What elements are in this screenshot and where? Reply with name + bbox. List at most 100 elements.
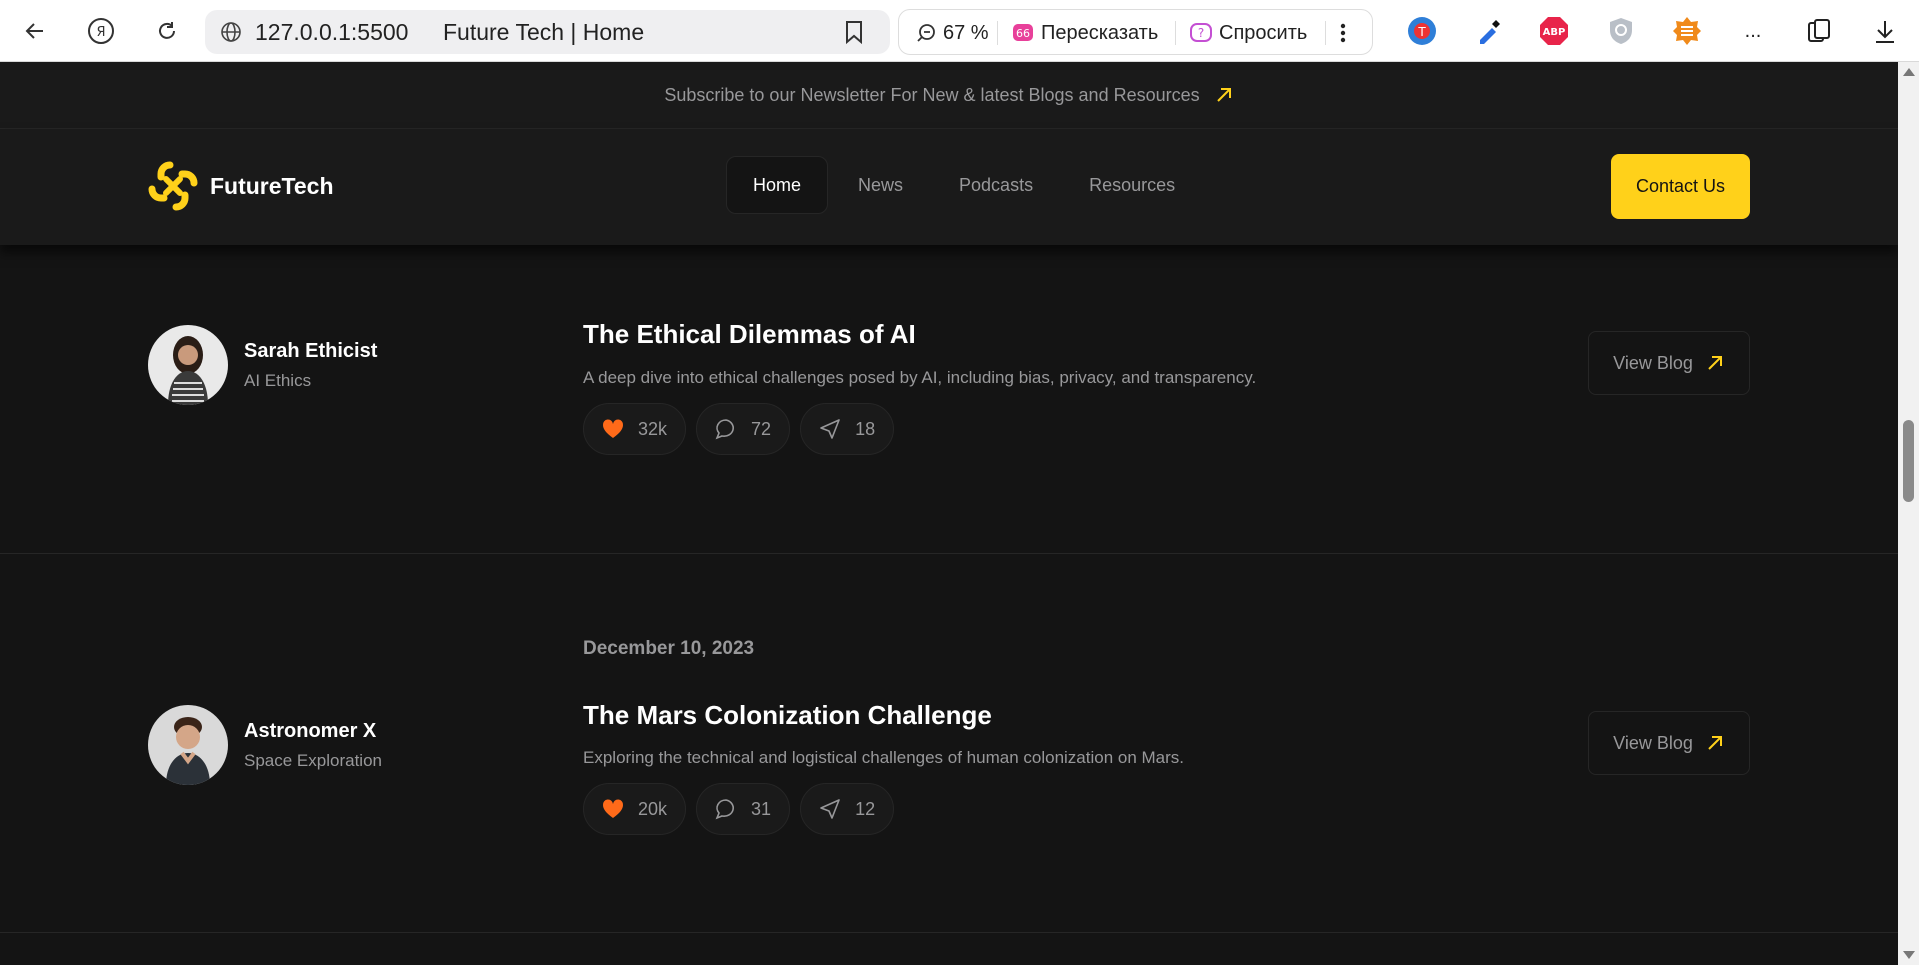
sun-list-icon	[1673, 17, 1701, 45]
author-name: Astronomer X	[244, 719, 377, 742]
blog-post: Sarah Ethicist AI Ethics The Ethical Dil…	[0, 245, 1898, 554]
comment-button[interactable]: 72	[696, 403, 791, 455]
retell-label: Пересказать	[1041, 21, 1159, 44]
svg-text:66: 66	[1016, 27, 1030, 40]
share-button[interactable]: 18	[800, 403, 895, 455]
translate-extension[interactable]: T	[1405, 14, 1439, 48]
scroll-up-arrow[interactable]	[1903, 68, 1915, 76]
zoom-level: 67 %	[943, 21, 989, 44]
view-blog-button[interactable]: View Blog	[1588, 711, 1750, 775]
comment-icon	[715, 419, 735, 440]
post-stats: 20k 31 12	[583, 783, 895, 835]
view-blog-label: View Blog	[1613, 732, 1693, 753]
downloads-button[interactable]	[1868, 14, 1902, 48]
share-button[interactable]: 12	[800, 783, 895, 835]
vertical-dots-icon	[1340, 23, 1346, 43]
more-extensions-button[interactable]: ...	[1736, 14, 1770, 48]
heart-icon	[602, 419, 624, 438]
futuretech-logo-icon	[148, 161, 198, 211]
comment-button[interactable]: 31	[696, 783, 791, 835]
nav-item-news[interactable]: News	[832, 156, 929, 214]
view-blog-button[interactable]: View Blog	[1588, 331, 1750, 395]
eyedropper-icon	[1480, 20, 1500, 44]
ask-button[interactable]: ? Спросить	[1189, 10, 1307, 56]
browser-toolbar: Я 127.0.0.1:5500 Future Tech | Home 67 %…	[0, 0, 1919, 62]
translate-icon: T	[1408, 17, 1436, 45]
ask-label: Спросить	[1219, 21, 1308, 44]
reader-extension[interactable]	[1670, 14, 1704, 48]
like-button[interactable]: 32k	[583, 403, 687, 455]
comments-count: 31	[751, 798, 772, 819]
post-title[interactable]: The Ethical Dilemmas of AI	[583, 319, 916, 350]
post-author[interactable]: Sarah Ethicist AI Ethics	[148, 325, 377, 405]
post-stats: 32k 72 18	[583, 403, 895, 455]
back-button[interactable]	[16, 12, 54, 50]
shares-count: 12	[855, 798, 876, 819]
yandex-button[interactable]: Я	[82, 12, 120, 50]
url-text: 127.0.0.1:5500	[255, 18, 409, 45]
bookmark-icon[interactable]	[843, 19, 865, 45]
heart-icon	[602, 799, 624, 818]
post-title[interactable]: The Mars Colonization Challenge	[583, 700, 992, 731]
newsletter-banner[interactable]: Subscribe to our Newsletter For New & la…	[0, 62, 1898, 129]
browser-assistant-pill: 67 % 66 Пересказать ? Спросить	[898, 9, 1373, 55]
abp-icon: ABP	[1540, 17, 1568, 45]
newsletter-text: Subscribe to our Newsletter For New & la…	[664, 84, 1200, 105]
nav-item-podcasts[interactable]: Podcasts	[933, 156, 1059, 214]
avatar	[148, 705, 228, 785]
like-button[interactable]: 20k	[583, 783, 687, 835]
scroll-down-arrow[interactable]	[1903, 951, 1915, 959]
menu-button[interactable]	[1339, 10, 1347, 56]
author-photo-icon	[148, 325, 228, 405]
view-blog-label: View Blog	[1613, 352, 1693, 373]
shield-extension[interactable]	[1604, 14, 1638, 48]
logo-text: FutureTech	[210, 172, 334, 199]
address-bar[interactable]: 127.0.0.1:5500 Future Tech | Home	[205, 10, 890, 54]
retell-icon: 66	[1013, 24, 1033, 41]
author-category: AI Ethics	[244, 370, 312, 390]
arrow-up-right-icon	[1708, 736, 1722, 750]
zoom-icon	[917, 24, 935, 42]
likes-count: 32k	[638, 418, 668, 439]
blog-post: December 10, 2023 Astronomer X Space Exp…	[0, 554, 1898, 933]
arrow-up-right-icon	[1708, 356, 1722, 370]
author-category: Space Exploration	[244, 750, 382, 770]
site-logo[interactable]: FutureTech	[148, 161, 334, 211]
contact-us-button[interactable]: Contact Us	[1611, 154, 1750, 219]
nav-item-home[interactable]: Home	[726, 156, 829, 214]
comment-icon	[715, 799, 735, 820]
reload-button[interactable]	[148, 12, 186, 50]
collections-button[interactable]	[1802, 14, 1836, 48]
shares-count: 18	[855, 418, 876, 439]
main-nav: Home News Podcasts Resources	[726, 156, 1205, 214]
adblock-extension[interactable]: ABP	[1537, 14, 1571, 48]
yandex-icon: Я	[88, 18, 114, 44]
nav-item-resources[interactable]: Resources	[1063, 156, 1201, 214]
svg-text:ABP: ABP	[1543, 27, 1566, 38]
post-description: Exploring the technical and logistical c…	[583, 748, 1185, 767]
send-icon	[820, 799, 840, 819]
shield-icon	[1610, 18, 1632, 44]
retell-button[interactable]: 66 Пересказать	[1011, 10, 1158, 56]
post-date: December 10, 2023	[583, 638, 755, 659]
scrollbar-thumb[interactable]	[1903, 420, 1914, 502]
send-icon	[820, 419, 840, 439]
post-description: A deep dive into ethical challenges pose…	[583, 368, 1257, 387]
page-scrollbar[interactable]	[1898, 62, 1919, 965]
download-icon	[1876, 21, 1894, 43]
zoom-button[interactable]: 67 %	[915, 10, 989, 56]
arrow-up-right-icon	[1216, 88, 1231, 102]
post-author[interactable]: Astronomer X Space Exploration	[148, 705, 382, 785]
likes-count: 20k	[638, 798, 668, 819]
svg-text:Я: Я	[96, 25, 105, 40]
eyedropper-extension[interactable]	[1472, 14, 1506, 48]
avatar	[148, 325, 228, 405]
ask-icon: ?	[1190, 23, 1212, 42]
tab-title: Future Tech | Home	[443, 18, 645, 45]
author-name: Sarah Ethicist	[244, 339, 378, 362]
reload-icon	[159, 22, 175, 39]
author-photo-icon	[148, 705, 228, 785]
arrow-left-icon	[25, 23, 43, 39]
svg-text:?: ?	[1198, 26, 1204, 40]
comments-count: 72	[751, 418, 772, 439]
